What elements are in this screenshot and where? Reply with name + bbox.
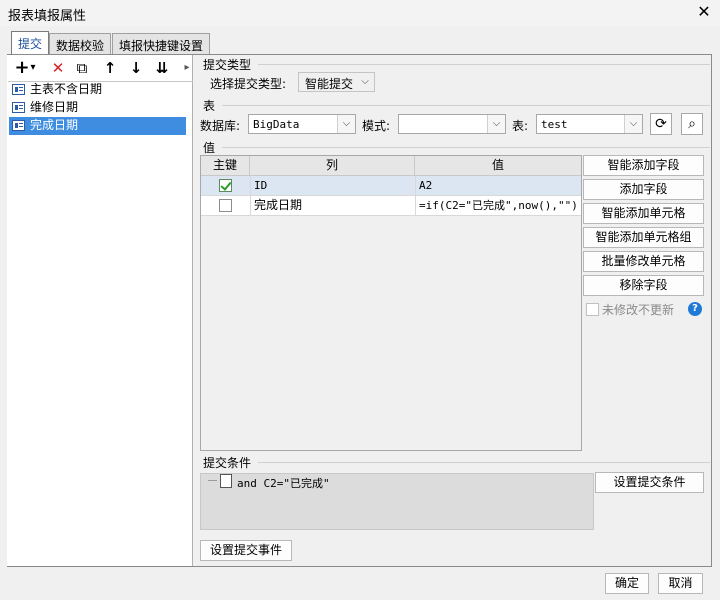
set-submit-event-button[interactable]: 设置提交事件 (200, 540, 292, 561)
ok-button[interactable]: 确定 (605, 573, 649, 594)
column-header-column: 列 (250, 156, 415, 176)
table-label: 表: (512, 119, 529, 133)
cell-column[interactable]: ID (250, 176, 415, 196)
section-values: 值 (203, 141, 216, 155)
section-condition: 提交条件 (203, 456, 252, 470)
table-select[interactable]: test ⌵ (536, 114, 643, 134)
chevron-down-icon: ⌵ (356, 73, 374, 91)
divider (222, 147, 710, 148)
move-down-icon[interactable]: ↓ (126, 58, 146, 78)
chevron-down-icon: ⌵ (624, 115, 642, 133)
database-select[interactable]: BigData ⌵ (248, 114, 356, 134)
database-value: BigData (253, 118, 300, 131)
list-toolbar: + ▾ ✕ ⧉ ↑ ↓ ⇊ ▸ (10, 58, 189, 80)
database-label: 数据库: (200, 119, 241, 133)
smart-add-field-button[interactable]: 智能添加字段 (583, 155, 704, 176)
table-row[interactable]: 完成日期 =if(C2="已完成",now(),"") (201, 196, 581, 216)
window-title: 报表填报属性 (8, 9, 87, 24)
table-icon (12, 120, 25, 131)
mode-label: 模式: (362, 119, 391, 133)
table-row[interactable]: ID A2 (201, 176, 581, 196)
list-item[interactable]: 主表不含日期 (9, 81, 186, 99)
cell-value[interactable]: A2 (415, 176, 581, 196)
condition-text[interactable]: and C2="已完成" (237, 475, 330, 491)
list-item-label: 维修日期 (30, 100, 79, 114)
tree-line (208, 480, 217, 481)
no-update-checkbox[interactable] (586, 303, 599, 316)
divider (258, 462, 710, 463)
section-table: 表 (203, 99, 216, 113)
key-checkbox[interactable] (219, 179, 232, 192)
add-field-button[interactable]: 添加字段 (583, 179, 704, 200)
submit-type-select[interactable]: 智能提交 ⌵ (298, 72, 375, 92)
divider (222, 105, 710, 106)
delete-icon[interactable]: ✕ (48, 58, 68, 78)
remove-field-button[interactable]: 移除字段 (583, 275, 704, 296)
list-item-label: 主表不含日期 (30, 82, 103, 96)
values-table: 主键 列 值 ID A2 完成日期 =if(C2="已完成",now(),"") (200, 155, 582, 451)
add-dropdown-icon[interactable]: ▾ (28, 58, 38, 78)
smart-add-cell-button[interactable]: 智能添加单元格 (583, 203, 704, 224)
move-up-icon[interactable]: ↑ (100, 58, 120, 78)
mode-select[interactable]: ⌵ (398, 114, 506, 134)
refresh-icon[interactable]: ⟳ (650, 113, 672, 135)
batch-modify-cell-button[interactable]: 批量修改单元格 (583, 251, 704, 272)
copy-icon[interactable]: ⧉ (72, 58, 92, 78)
section-submit-type: 提交类型 (203, 58, 252, 72)
cell-value[interactable]: =if(C2="已完成",now(),"") (415, 196, 581, 216)
tab-submit[interactable]: 提交 (11, 31, 50, 55)
cell-column[interactable]: 完成日期 (250, 196, 415, 216)
close-icon[interactable]: ✕ (694, 2, 714, 22)
smart-add-cell-group-button[interactable]: 智能添加单元格组 (583, 227, 704, 248)
key-checkbox[interactable] (219, 199, 232, 212)
no-update-label: 未修改不更新 (602, 303, 675, 317)
chevron-down-icon: ⌵ (487, 115, 505, 133)
divider (258, 64, 710, 65)
title-bar (0, 0, 720, 26)
table-value: test (541, 118, 568, 131)
collapse-icon[interactable]: ▸ (182, 58, 192, 78)
chevron-down-icon: ⌵ (337, 115, 355, 133)
document-icon (220, 474, 232, 488)
set-condition-button[interactable]: 设置提交条件 (595, 472, 704, 493)
table-icon (12, 102, 25, 113)
submit-type-label: 选择提交类型: (210, 77, 287, 91)
tab-shortcut-settings[interactable]: 填报快捷键设置 (112, 33, 211, 54)
table-icon (12, 84, 25, 95)
preview-icon[interactable]: ⌕ (681, 113, 703, 135)
list-item[interactable]: 维修日期 (9, 99, 186, 117)
column-header-key: 主键 (201, 156, 250, 176)
list-item-label: 完成日期 (30, 118, 79, 132)
list-item-selected[interactable]: 完成日期 (9, 117, 186, 135)
help-icon[interactable]: ? (688, 302, 702, 316)
submit-type-value: 智能提交 (305, 77, 354, 91)
sort-icon[interactable]: ⇊ (152, 58, 172, 78)
tab-data-validation[interactable]: 数据校验 (49, 33, 112, 54)
table-header: 主键 列 值 (201, 156, 581, 176)
column-header-value: 值 (491, 158, 504, 172)
cancel-button[interactable]: 取消 (658, 573, 703, 594)
